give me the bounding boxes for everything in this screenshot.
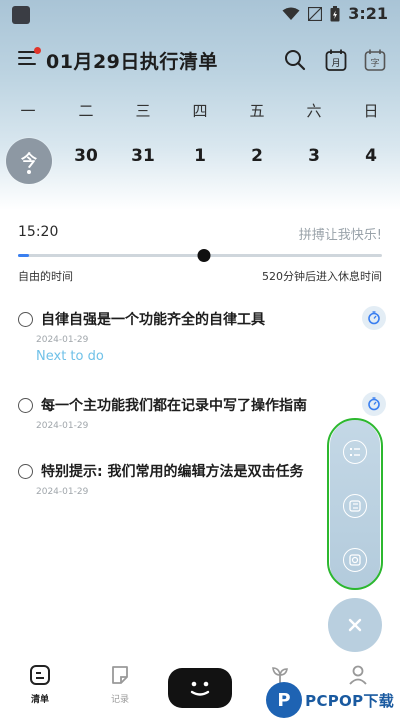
- note-icon: [112, 666, 128, 684]
- date-item[interactable]: 1: [194, 146, 206, 166]
- app-notification-icon: [12, 6, 30, 24]
- time-row: 15:20 拼搏让我快乐!: [18, 224, 382, 244]
- date-item[interactable]: 4: [365, 146, 377, 166]
- weekday-label: 三: [135, 102, 151, 120]
- status-bar: 3:21: [0, 0, 400, 30]
- svg-text:字: 字: [370, 57, 379, 69]
- battery-charging-icon: [330, 5, 340, 21]
- weekday-label: 五: [249, 102, 265, 120]
- close-icon: [348, 618, 362, 632]
- status-time: 3:21: [348, 4, 388, 23]
- search-icon[interactable]: [284, 49, 306, 71]
- date-item[interactable]: 2: [251, 146, 263, 166]
- rest-countdown-label: 520分钟后进入休息时间: [262, 270, 382, 283]
- date-today[interactable]: 今: [6, 138, 52, 184]
- face-icon: [190, 681, 210, 696]
- nav-label: 记录: [110, 695, 129, 705]
- weekday-label: 一: [20, 102, 36, 120]
- today-marker: [27, 170, 31, 174]
- motto-text[interactable]: 拼搏让我快乐!: [299, 224, 382, 243]
- month-calendar-icon[interactable]: 月: [325, 48, 347, 76]
- task-note: Next to do: [36, 349, 104, 364]
- close-fab-button[interactable]: [328, 598, 382, 652]
- weekday-label: 四: [192, 102, 208, 120]
- task-checkbox[interactable]: [18, 464, 33, 479]
- task-date: 2024-01-29: [36, 335, 89, 345]
- date-row: 今 30 31 1 2 3 4: [0, 138, 400, 186]
- weekday-row: 一 二 三 四 五 六 日: [0, 100, 400, 122]
- date-item[interactable]: 3: [308, 146, 320, 166]
- today-label: 今: [20, 151, 37, 170]
- day-progress-bar[interactable]: [18, 249, 382, 262]
- highlight-annotation: [327, 418, 383, 590]
- svg-text:月: 月: [331, 58, 340, 69]
- page-title: 01月29日执行清单: [46, 51, 218, 73]
- notification-dot: [34, 47, 41, 54]
- task-checkbox[interactable]: [18, 398, 33, 413]
- task-date: 2024-01-29: [36, 421, 89, 431]
- date-item[interactable]: 31: [131, 146, 155, 166]
- calendar-settings-icon[interactable]: 字: [364, 48, 386, 76]
- task-item[interactable]: 自律自强是一个功能齐全的自律工具 2024-01-29 Next to do: [18, 306, 388, 369]
- wifi-icon: [282, 7, 300, 20]
- list-icon: [30, 665, 50, 685]
- nav-item-home[interactable]: [168, 668, 232, 708]
- task-title: 每一个主功能我们都在记录中写了操作指南: [41, 398, 307, 414]
- current-time: 15:20: [18, 224, 59, 240]
- watermark-text: PCPOP下载: [305, 691, 394, 710]
- task-title: 特别提示: 我们常用的编辑方法是双击任务: [41, 464, 304, 480]
- timer-icon[interactable]: [362, 392, 386, 416]
- timer-icon[interactable]: [362, 306, 386, 330]
- task-date: 2024-01-29: [36, 487, 89, 497]
- date-item[interactable]: 30: [74, 146, 98, 166]
- weekday-label: 日: [363, 102, 379, 120]
- top-bar: 01月29日执行清单 月 字: [0, 44, 400, 78]
- task-checkbox[interactable]: [18, 312, 33, 327]
- nav-item-record[interactable]: 记录: [90, 664, 150, 705]
- progress-knob[interactable]: [197, 249, 211, 262]
- progress-labels: 自由的时间 520分钟后进入休息时间: [18, 268, 382, 286]
- nav-label: 清单: [30, 695, 49, 705]
- task-title: 自律自强是一个功能齐全的自律工具: [41, 312, 265, 328]
- weekday-label: 二: [78, 102, 94, 120]
- menu-icon[interactable]: [18, 51, 36, 67]
- site-watermark: P PCPOP下载: [266, 680, 394, 720]
- watermark-logo: P: [266, 682, 303, 718]
- free-time-label: 自由的时间: [18, 270, 73, 283]
- signal-off-icon: [308, 6, 323, 21]
- elapsed-fill: [18, 254, 29, 257]
- nav-item-list[interactable]: 清单: [10, 664, 70, 705]
- weekday-label: 六: [306, 102, 322, 120]
